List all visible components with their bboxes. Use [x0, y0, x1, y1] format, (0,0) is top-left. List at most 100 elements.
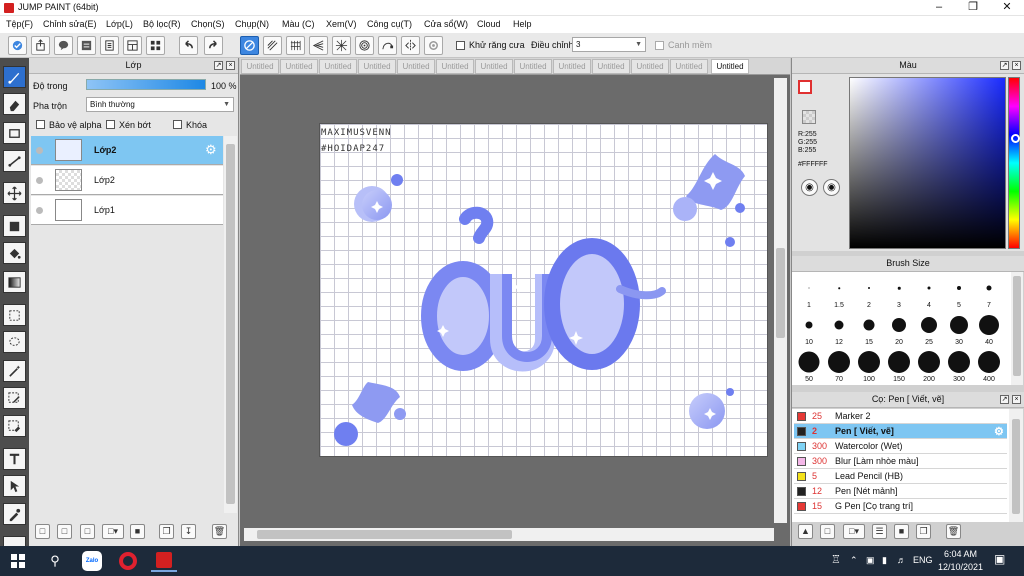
hue-slider[interactable]: [1008, 77, 1020, 249]
notification-icon[interactable]: ▣: [994, 552, 1005, 566]
people-icon[interactable]: ♖: [831, 553, 841, 566]
antialias-checkbox[interactable]: [456, 41, 465, 50]
blend-mode-select[interactable]: Bình thường ▼: [86, 97, 234, 112]
volume-icon[interactable]: ♬: [897, 555, 906, 565]
document-tab[interactable]: Untitled: [514, 59, 552, 74]
hue-handle[interactable]: [1011, 134, 1020, 143]
document-tab-active[interactable]: Untitled: [711, 59, 749, 74]
brush-settings-icon[interactable]: ☰: [872, 524, 887, 539]
brush-item[interactable]: 5 Lead Pencil (HB): [794, 469, 1007, 484]
move-tool-icon[interactable]: [3, 182, 26, 204]
clock-date[interactable]: 12/10/2021: [938, 562, 983, 572]
rect-select-tool-icon[interactable]: [3, 304, 26, 326]
brush-size-option[interactable]: 400: [974, 348, 1004, 384]
brush-size-option[interactable]: 50: [794, 348, 824, 384]
brush-settings-gear-icon[interactable]: ⚙: [994, 425, 1004, 438]
panel-float-icon[interactable]: ↗: [214, 61, 223, 70]
search-icon[interactable]: ⚲: [44, 550, 66, 572]
opera-icon[interactable]: [117, 550, 139, 572]
line-tool-icon[interactable]: [3, 150, 26, 172]
share-icon[interactable]: [31, 36, 50, 55]
document-tab[interactable]: Untitled: [436, 59, 474, 74]
snap-checkbox[interactable]: [655, 41, 664, 50]
panel-float-icon[interactable]: ↗: [1000, 61, 1009, 70]
tray-chevron-icon[interactable]: ⌃: [850, 555, 858, 566]
brush-duplicate-icon[interactable]: ❐: [916, 524, 931, 539]
clock-time[interactable]: 6:04 AM: [944, 549, 977, 559]
brush-size-option[interactable]: 1: [794, 274, 824, 310]
redo-icon[interactable]: [204, 36, 223, 55]
maximize-button[interactable]: ❐: [956, 0, 990, 16]
brush-size-option[interactable]: 25: [914, 311, 944, 347]
duplicate-layer-icon[interactable]: ❐: [159, 524, 174, 539]
speech-bubble-icon[interactable]: [54, 36, 73, 55]
document-tab[interactable]: Untitled: [592, 59, 630, 74]
grid-layout-icon[interactable]: [146, 36, 165, 55]
menu-select[interactable]: Chọn(S): [191, 19, 225, 29]
panel-close-icon[interactable]: ×: [1012, 395, 1021, 404]
concentric-icon[interactable]: [355, 36, 374, 55]
folder-icon[interactable]: ■: [130, 524, 145, 539]
brush-size-option[interactable]: 12: [824, 311, 854, 347]
visibility-icon[interactable]: [36, 177, 43, 184]
brush-item[interactable]: 25 Marker 2: [794, 409, 1007, 424]
panel-close-icon[interactable]: ×: [226, 61, 235, 70]
document-tab[interactable]: Untitled: [670, 59, 708, 74]
eyedropper-tool-icon[interactable]: [3, 503, 26, 525]
bucket-tool-icon[interactable]: [3, 242, 26, 264]
layer-row[interactable]: Lớp2: [31, 166, 223, 195]
brush-item[interactable]: 15 G Pen [Cọ trang trí]: [794, 499, 1007, 514]
brush-copy-icon[interactable]: □: [820, 524, 835, 539]
brush-size-option[interactable]: 40: [974, 311, 1004, 347]
canvas-horizontal-scrollbar[interactable]: [244, 528, 774, 541]
symmetry-icon[interactable]: [401, 36, 420, 55]
no-ruler-icon[interactable]: [240, 36, 259, 55]
protect-alpha-checkbox[interactable]: [36, 120, 45, 129]
document-tab[interactable]: Untitled: [397, 59, 435, 74]
select-pen-tool-icon[interactable]: [3, 387, 26, 409]
visibility-icon[interactable]: [36, 207, 43, 214]
eraser-tool-icon[interactable]: [3, 93, 26, 115]
brush-item[interactable]: 12 Pen [Nét mảnh]: [794, 484, 1007, 499]
drawing-canvas[interactable]: MAXIMUSVENN #HOIDAP247: [319, 123, 768, 457]
new-layer-8bit-icon[interactable]: □: [57, 524, 72, 539]
menu-capture[interactable]: Chụp(N): [235, 19, 269, 29]
layer-scrollbar[interactable]: [224, 136, 237, 513]
menu-tools[interactable]: Công cụ(T): [367, 19, 412, 29]
color-history-icon[interactable]: ◉: [823, 179, 840, 196]
transparent-swatch[interactable]: [802, 110, 816, 124]
minimize-button[interactable]: –: [922, 0, 956, 16]
undo-icon[interactable]: [179, 36, 198, 55]
brush-size-option[interactable]: 2: [854, 274, 884, 310]
brush-size-option[interactable]: 20: [884, 311, 914, 347]
clipping-checkbox[interactable]: [106, 120, 115, 129]
document-tab[interactable]: Untitled: [280, 59, 318, 74]
parallel-lines-icon[interactable]: [263, 36, 282, 55]
magic-wand-tool-icon[interactable]: [3, 360, 26, 382]
crosshatch-icon[interactable]: [286, 36, 305, 55]
panel-float-icon[interactable]: ↗: [1000, 395, 1009, 404]
battery-icon[interactable]: ▮: [882, 555, 887, 566]
brush-delete-icon[interactable]: 🗑: [946, 524, 961, 539]
new-layer-menu-icon[interactable]: □▾: [102, 524, 124, 539]
document-tab[interactable]: Untitled: [553, 59, 591, 74]
close-button[interactable]: ✕: [990, 0, 1024, 16]
cloud-icon[interactable]: [8, 36, 27, 55]
menu-file[interactable]: Tệp(F): [6, 19, 33, 29]
radial-lines-icon[interactable]: [332, 36, 351, 55]
lock-checkbox[interactable]: [173, 120, 182, 129]
new-layer-icon[interactable]: □: [35, 524, 50, 539]
brush-menu-icon[interactable]: □▾: [843, 524, 865, 539]
snap-settings-icon[interactable]: [424, 36, 443, 55]
adjust-select[interactable]: 3 ▼: [572, 37, 646, 52]
brush-size-option[interactable]: 5: [944, 274, 974, 310]
brush-folder-icon[interactable]: ■: [894, 524, 909, 539]
brush-size-option[interactable]: 100: [854, 348, 884, 384]
brush-list-scrollbar[interactable]: [1009, 409, 1023, 522]
network-icon[interactable]: ▣: [866, 555, 875, 566]
brush-size-option[interactable]: 4: [914, 274, 944, 310]
operation-tool-icon[interactable]: [3, 475, 26, 497]
brush-size-option[interactable]: 7: [974, 274, 1004, 310]
fill-rect-tool-icon[interactable]: [3, 215, 26, 237]
brush-item[interactable]: 300 Blur [Làm nhòe màu]: [794, 454, 1007, 469]
